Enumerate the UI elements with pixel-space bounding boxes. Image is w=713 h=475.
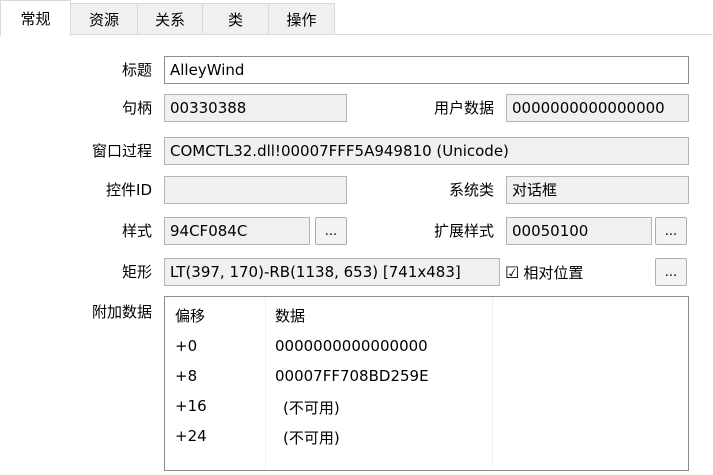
ctrlid-field[interactable] [164, 176, 347, 204]
ellipsis-icon: ... [664, 265, 678, 280]
sysclass-field[interactable]: 对话框 [506, 176, 689, 204]
tab-bar: 资源 关系 类 操作 常规 [0, 0, 713, 36]
rect-label: 矩形 [121, 263, 152, 281]
tab-label: 资源 [88, 10, 119, 29]
offset-cell[interactable]: +0 [175, 337, 197, 355]
tab-class[interactable]: 类 [202, 3, 269, 34]
tab-label: 常规 [20, 10, 51, 28]
column-divider [265, 297, 266, 470]
title-label: 标题 [121, 61, 152, 79]
wndproc-label: 窗口过程 [91, 142, 152, 160]
style-field[interactable]: 94CF084C [164, 217, 310, 245]
style-more-button[interactable]: ... [315, 217, 347, 245]
ellipsis-icon: ... [664, 224, 678, 239]
ctrlid-label: 控件ID [106, 181, 152, 199]
tab-label: 关系 [154, 10, 185, 29]
data-cell[interactable]: (不可用) [283, 397, 340, 418]
exstyle-field[interactable]: 00050100 [506, 217, 652, 245]
checkbox-checked-icon: ☑ [505, 262, 520, 282]
rect-field[interactable]: LT(397, 170)-RB(1138, 653) [741x483] [164, 258, 500, 286]
column-header-offset[interactable]: 偏移 [175, 305, 205, 326]
tab-operations[interactable]: 操作 [268, 3, 335, 34]
relative-position-checkbox[interactable]: ☑ 相对位置 [505, 261, 583, 283]
tab-label: 操作 [286, 10, 317, 29]
wndproc-field[interactable]: COMCTL32.dll!00007FFF5A949810 (Unicode) [164, 137, 689, 165]
exstyle-more-button[interactable]: ... [655, 217, 687, 245]
tab-relations[interactable]: 关系 [137, 3, 203, 34]
tab-resources[interactable]: 资源 [70, 3, 138, 34]
exstyle-label: 扩展样式 [433, 222, 494, 240]
tab-general[interactable]: 常规 [0, 0, 71, 36]
data-cell[interactable]: (不可用) [283, 427, 340, 448]
offset-cell[interactable]: +8 [175, 367, 197, 385]
handle-field[interactable]: 00330388 [164, 94, 347, 122]
extra-data-list[interactable]: 偏移 数据 +0 0000000000000000 +8 00007FF708B… [164, 296, 689, 471]
extra-data-label: 附加数据 [91, 303, 152, 321]
style-label: 样式 [121, 222, 152, 240]
rect-more-button[interactable]: ... [655, 258, 687, 286]
userdata-field[interactable]: 0000000000000000 [506, 94, 689, 122]
userdata-label: 用户数据 [433, 99, 494, 117]
tab-label: 类 [227, 10, 243, 29]
data-cell[interactable]: 0000000000000000 [275, 337, 428, 355]
handle-label: 句柄 [121, 99, 152, 117]
column-divider [492, 297, 493, 470]
title-field[interactable]: AlleyWind [164, 56, 689, 84]
sysclass-label: 系统类 [448, 181, 494, 199]
data-cell[interactable]: 00007FF708BD259E [275, 367, 429, 385]
offset-cell[interactable]: +24 [175, 427, 207, 445]
ellipsis-icon: ... [324, 224, 338, 239]
offset-cell[interactable]: +16 [175, 397, 207, 415]
column-header-data[interactable]: 数据 [275, 305, 305, 326]
relative-position-label: 相对位置 [523, 263, 584, 282]
